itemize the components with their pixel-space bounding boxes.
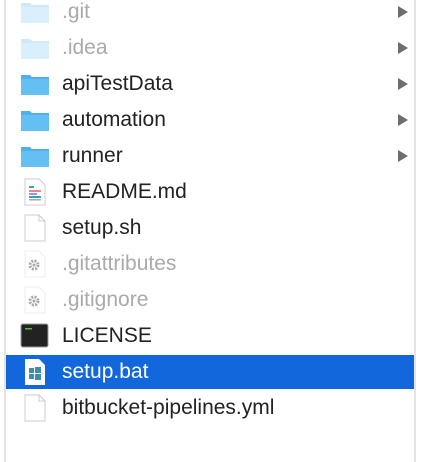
disclosure-arrow-icon[interactable] — [398, 78, 408, 90]
file-item[interactable]: setup.bat — [6, 355, 414, 389]
item-name: runner — [62, 144, 123, 167]
disclosure-arrow-icon[interactable] — [398, 150, 408, 162]
item-name: README.md — [62, 180, 187, 203]
item-name: setup.sh — [62, 216, 142, 239]
column-resize-divider[interactable] — [414, 0, 416, 462]
file-item[interactable]: setup.sh — [6, 211, 414, 245]
config-icon — [20, 250, 50, 278]
folder-item[interactable]: .idea — [6, 31, 414, 65]
item-name: .gitignore — [62, 288, 149, 311]
folder-item[interactable]: runner — [6, 139, 414, 173]
folder-icon — [20, 70, 50, 98]
item-name: .git — [62, 0, 91, 23]
folder-icon — [20, 142, 50, 170]
item-name: apiTestData — [62, 72, 173, 95]
disclosure-arrow-icon[interactable] — [398, 42, 408, 54]
terminal-icon — [20, 322, 50, 350]
item-name: .gitattributes — [62, 252, 177, 275]
folder-item[interactable]: apiTestData — [6, 67, 414, 101]
file-item[interactable]: README.md — [6, 175, 414, 209]
config-icon — [20, 286, 50, 314]
windows-icon — [20, 358, 50, 386]
folder-item[interactable]: automation — [6, 103, 414, 137]
folder-icon — [20, 106, 50, 134]
item-name: LICENSE — [62, 324, 152, 347]
folder-icon — [20, 34, 50, 62]
item-name: bitbucket-pipelines.yml — [62, 396, 275, 419]
disclosure-arrow-icon[interactable] — [398, 6, 408, 18]
file-item[interactable]: .gitattributes — [6, 247, 414, 281]
doc-icon — [20, 394, 50, 422]
disclosure-arrow-icon[interactable] — [398, 114, 408, 126]
folder-item[interactable]: .git — [6, 0, 414, 29]
doc-icon — [20, 214, 50, 242]
item-name: .idea — [62, 36, 108, 59]
file-item[interactable]: LICENSE — [6, 319, 414, 353]
file-item[interactable]: .gitignore — [6, 283, 414, 317]
item-name: automation — [62, 108, 166, 131]
file-item[interactable]: bitbucket-pipelines.yml — [6, 391, 414, 425]
markdown-icon — [20, 178, 50, 206]
item-name: setup.bat — [62, 360, 149, 383]
folder-icon — [20, 0, 50, 26]
